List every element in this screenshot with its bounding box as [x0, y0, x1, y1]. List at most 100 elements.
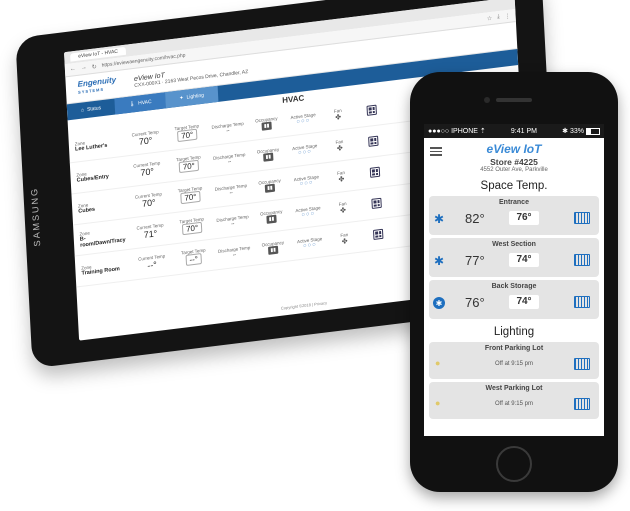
status-bar: ●●●○○ IPHONE ⇡ 9:41 PM ✱ 33% — [424, 124, 604, 138]
schedule-cell[interactable] — [358, 165, 392, 179]
back-icon[interactable]: ← — [70, 66, 76, 73]
fan-cell[interactable]: Fan ✤ — [324, 168, 358, 185]
active-stage-cell: Active Stage ○○○ — [295, 204, 321, 219]
stage-dots-icon: ○○○ — [296, 117, 311, 125]
occupancy-icon: ▮▮ — [264, 183, 275, 193]
current-temp-cell: Current Temp 70° — [131, 128, 159, 147]
fan-cell[interactable]: Fan ✤ — [327, 230, 361, 247]
reload-icon[interactable]: ↻ — [92, 63, 97, 71]
fan-cell[interactable]: Fan ✤ — [321, 106, 355, 123]
current-temp: 82° — [465, 211, 485, 226]
target-temp[interactable]: 74° — [509, 295, 539, 309]
occupancy-icon: ▮▮ — [263, 152, 274, 162]
space-card[interactable]: Entrance ✱ 82° 76° — [429, 196, 599, 235]
phone-device: ●●●○○ IPHONE ⇡ 9:41 PM ✱ 33% eView IoT S… — [410, 72, 618, 492]
target-temp-cell[interactable]: Target Temp 70° — [171, 215, 214, 236]
current-temp-cell: Current Temp 71° — [136, 221, 164, 240]
occupancy-cell: Occupancy ▮▮ — [254, 115, 278, 131]
zone-cell: Zone Cubes/Entry — [76, 170, 110, 184]
zone-cell: Zone Cubes — [77, 201, 96, 215]
current-temp: 77° — [465, 253, 485, 268]
space-name: West Section — [492, 241, 536, 248]
schedule-icon[interactable] — [574, 254, 590, 266]
home-button[interactable] — [496, 446, 532, 482]
target-temp-cell[interactable]: Target Temp --° — [172, 246, 215, 267]
discharge-cell: Discharge Temp -- — [213, 151, 246, 165]
discharge-cell: Discharge Temp -- — [217, 245, 251, 258]
clock: 9:41 PM — [510, 127, 537, 135]
snowflake-icon: ✱ — [433, 212, 445, 226]
snowflake-icon: ✱ — [433, 254, 445, 268]
phone-screen: ●●●○○ IPHONE ⇡ 9:41 PM ✱ 33% eView IoT S… — [424, 124, 604, 436]
bulb-icon: ✦ — [179, 95, 184, 102]
stage-dots-icon: ○○○ — [301, 210, 316, 219]
active-stage-cell: Active Stage ○○○ — [292, 142, 318, 157]
home-icon: ⌂ — [80, 107, 85, 114]
discharge-cell: Discharge Temp -- — [214, 182, 248, 196]
discharge-cell: Discharge Temp -- — [211, 120, 244, 134]
zone-cell: Zone Lee Luther's — [74, 139, 108, 153]
occupancy-cell: Occupancy ▮▮ — [259, 208, 283, 224]
schedule-grid-icon — [369, 166, 381, 178]
space-list: Entrance ✱ 82° 76° West Section ✱ 77° 74° Back S… — [424, 196, 604, 319]
space-temp-title: Space Temp. — [480, 180, 548, 192]
schedule-grid-icon — [368, 135, 379, 147]
fan-cell[interactable]: Fan ✤ — [322, 137, 356, 154]
schedule-grid-icon — [366, 104, 377, 116]
space-card[interactable]: West Section ✱ 77° 74° — [429, 238, 599, 277]
target-temp-cell[interactable]: Target Temp 70° — [167, 153, 210, 174]
hamburger-menu-icon[interactable] — [430, 145, 442, 158]
space-card[interactable]: Back Storage ✱ 76° 74° — [429, 280, 599, 319]
occupancy-icon: ▮▮ — [261, 121, 272, 131]
space-name: Back Storage — [491, 283, 537, 290]
current-temp-cell: Current Temp 70° — [133, 159, 161, 178]
target-temp-cell[interactable]: Target Temp 70° — [169, 184, 212, 205]
thermometer-icon: 🌡 — [128, 100, 136, 108]
light-card[interactable]: West Parking Lot ● Off at 9:15 pm — [429, 382, 599, 419]
schedule-icon[interactable] — [574, 212, 590, 224]
schedule-cell[interactable] — [359, 196, 393, 210]
battery-icon — [585, 127, 600, 135]
star-icon[interactable]: ☆ — [487, 14, 493, 22]
fan-icon: ✤ — [336, 144, 343, 153]
current-temp-cell: Current Temp 70° — [134, 190, 163, 209]
menu-dots-icon[interactable]: ⋮ — [504, 12, 511, 20]
schedule-icon[interactable] — [574, 358, 590, 370]
occupancy-icon: ▮▮ — [268, 245, 279, 255]
fan-icon: ✤ — [338, 175, 345, 184]
store-address: 4552 Outer Ave, Parkville — [480, 167, 548, 173]
space-name: Entrance — [499, 199, 529, 206]
light-list: Front Parking Lot ● Off at 9:15 pm West Par… — [424, 342, 604, 419]
target-temp[interactable]: 76° — [509, 211, 539, 225]
active-stage-cell: Active Stage ○○○ — [296, 235, 323, 250]
target-temp[interactable]: 74° — [509, 253, 539, 267]
store-name: Store #4225 — [490, 157, 538, 167]
schedule-icon[interactable] — [574, 398, 590, 410]
forward-icon[interactable]: → — [81, 65, 87, 72]
zone-cell: Zone Training Room — [81, 264, 120, 277]
light-name: West Parking Lot — [485, 385, 543, 392]
current-temp: 76° — [465, 295, 485, 310]
fan-cell[interactable]: Fan ✤ — [326, 199, 360, 216]
discharge-cell: Discharge Temp -- — [216, 214, 249, 227]
schedule-icon[interactable] — [574, 296, 590, 308]
download-icon[interactable]: ⤓ — [497, 13, 500, 20]
light-card[interactable]: Front Parking Lot ● Off at 9:15 pm — [429, 342, 599, 379]
lighting-title: Lighting — [493, 326, 535, 338]
battery: ✱ 33% — [562, 127, 600, 135]
schedule-cell[interactable] — [361, 227, 395, 241]
schedule-grid-icon — [371, 197, 382, 209]
light-name: Front Parking Lot — [484, 345, 544, 352]
target-temp-cell[interactable]: Target Temp 70° — [166, 122, 209, 143]
carrier: ●●●○○ IPHONE ⇡ — [428, 128, 486, 135]
occupancy-cell: Occupancy ▮▮ — [261, 239, 285, 255]
schedule-cell[interactable] — [356, 134, 390, 148]
app-brand: eView IoT — [486, 142, 542, 156]
zone-cell: Zone B-room/Dawn/Tracy — [79, 230, 126, 249]
occupancy-icon: ▮▮ — [266, 214, 277, 224]
current-temp-cell: Current Temp --° — [138, 252, 166, 271]
schedule-cell[interactable] — [355, 103, 389, 117]
occupancy-cell: Occupancy ▮▮ — [258, 177, 281, 193]
snowflake-circle-icon: ✱ — [433, 297, 445, 309]
occupancy-cell: Occupancy ▮▮ — [256, 146, 280, 162]
